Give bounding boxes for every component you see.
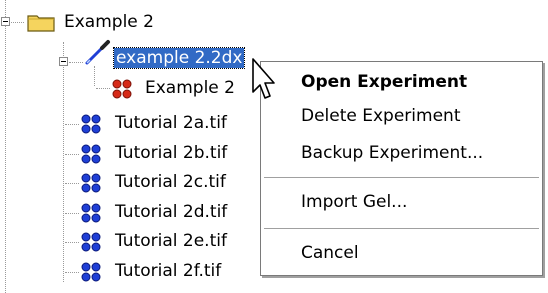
tree-node-image[interactable]: Tutorial 2c.tif [115, 171, 226, 193]
menu-item-import-gel[interactable]: Import Gel... [301, 191, 407, 213]
menu-separator [264, 177, 539, 179]
blue-dots-icon [80, 202, 102, 224]
blue-dots-icon [80, 172, 102, 194]
tree-guide-line [65, 183, 79, 184]
selected-label[interactable]: example 2.2dx [112, 47, 246, 69]
pipette-icon [84, 38, 112, 66]
blue-dots-icon [80, 113, 102, 135]
tree-node-experiment-child[interactable]: Example 2 [145, 77, 235, 99]
mouse-pointer-icon [251, 58, 277, 106]
menu-item-backup-experiment[interactable]: Backup Experiment... [301, 142, 483, 164]
tree-guide-line [11, 22, 24, 23]
tree-guide-line [96, 88, 110, 89]
tree-guide-line [65, 213, 79, 214]
tree-guide-line [63, 42, 64, 282]
tree-guide-line [65, 242, 79, 243]
blue-dots-icon [80, 261, 102, 283]
menu-item-open-experiment[interactable]: Open Experiment [301, 71, 467, 93]
context-menu: Open Experiment Delete Experiment Backup… [260, 61, 543, 276]
red-dots-icon [111, 78, 133, 100]
menu-item-delete-experiment[interactable]: Delete Experiment [301, 105, 460, 127]
folder-icon [27, 12, 55, 32]
blue-dots-icon [80, 143, 102, 165]
tree-node-image[interactable]: Tutorial 2b.tif [115, 142, 227, 164]
blue-dots-icon [80, 231, 102, 253]
tree-node-image[interactable]: Tutorial 2e.tif [115, 230, 227, 252]
tree-node-image[interactable]: Tutorial 2f.tif [115, 260, 221, 282]
tree-guide-line [5, 0, 6, 293]
menu-separator [264, 228, 539, 230]
collapse-toggle[interactable] [59, 57, 68, 66]
tree-guide-line [65, 154, 79, 155]
menu-item-cancel[interactable]: Cancel [301, 242, 359, 264]
tree-guide-line [65, 272, 79, 273]
tree-node-example-2[interactable]: Example 2 [64, 11, 154, 33]
collapse-toggle[interactable] [1, 17, 10, 26]
tree-node-experiment[interactable]: example 2.2dx [112, 47, 246, 69]
tree-node-image[interactable]: Tutorial 2a.tif [115, 112, 227, 134]
tree-guide-line [65, 124, 79, 125]
tree-guide-line [69, 62, 83, 63]
tree-node-image[interactable]: Tutorial 2d.tif [115, 201, 227, 223]
tree-guide-line [94, 66, 95, 86]
